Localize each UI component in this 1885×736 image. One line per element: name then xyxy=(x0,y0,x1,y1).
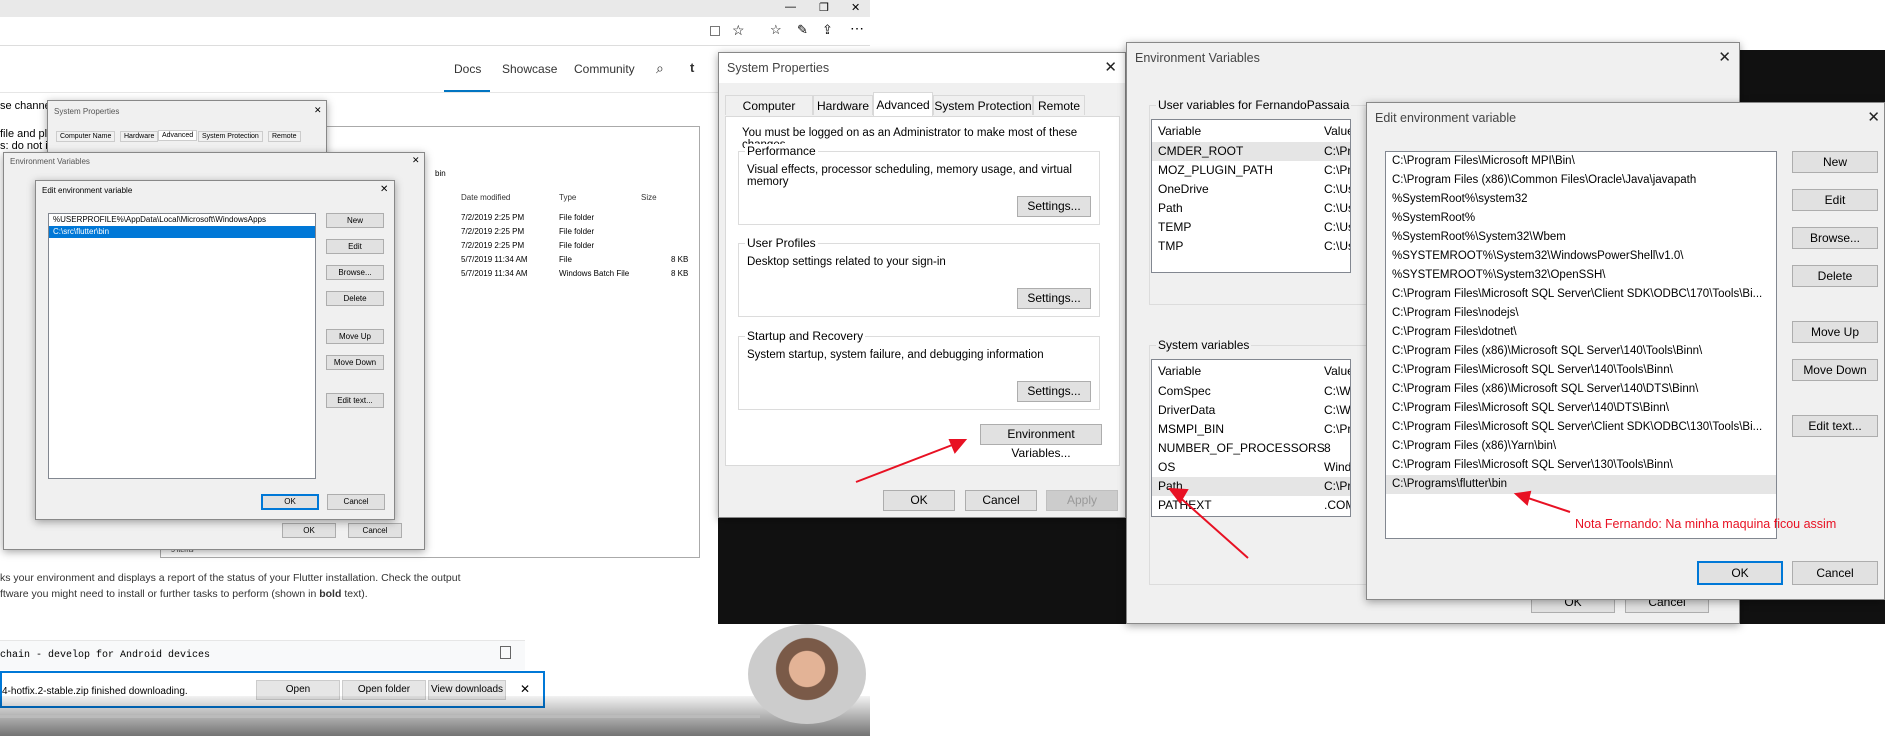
arrow-to-path-var xyxy=(1175,493,1249,559)
arrow-head xyxy=(1167,487,1189,504)
annotation-arrows xyxy=(855,439,1571,559)
arrow-head xyxy=(948,439,968,454)
arrow-head xyxy=(1513,490,1532,506)
arrow-to-env-button xyxy=(855,441,961,483)
